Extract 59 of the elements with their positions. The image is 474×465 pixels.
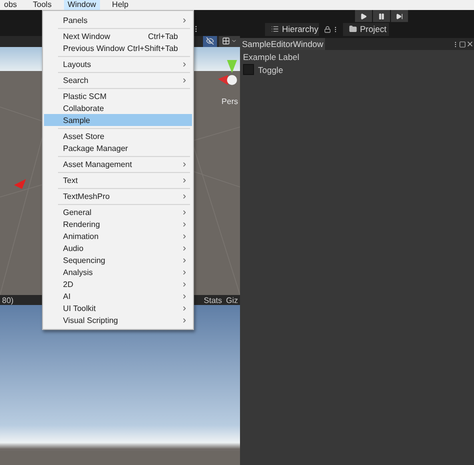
- menu-item[interactable]: Asset Store: [44, 130, 192, 142]
- lock-icon[interactable]: [324, 26, 330, 32]
- list-icon: [271, 25, 279, 33]
- menu-item[interactable]: Plastic SCM: [44, 90, 192, 102]
- menu-item[interactable]: Analysis: [44, 266, 192, 278]
- menu-item[interactable]: Audio: [44, 242, 192, 254]
- menu-item[interactable]: Text: [44, 174, 192, 186]
- menu-item[interactable]: Visual Scripting: [44, 314, 192, 326]
- example-label: Example Label: [243, 52, 300, 62]
- menu-bar-item[interactable]: Window: [64, 0, 100, 10]
- menu-item[interactable]: Sequencing: [44, 254, 192, 266]
- maximize-icon[interactable]: [459, 40, 466, 48]
- submenu-icon: [181, 160, 188, 168]
- pause-button[interactable]: [372, 10, 390, 22]
- caret-icon: [231, 38, 237, 44]
- menu-item[interactable]: Search: [44, 74, 192, 86]
- toggle-label: Toggle: [258, 64, 284, 74]
- submenu-icon: [181, 192, 188, 200]
- panel-tab[interactable]: Project: [343, 22, 389, 36]
- step-icon: [396, 12, 402, 20]
- submenu-icon: [181, 60, 188, 68]
- pause-icon: [378, 12, 384, 20]
- play-icon: [360, 12, 366, 20]
- menu-bar-item[interactable]: Help: [108, 0, 132, 10]
- menu-item[interactable]: Animation: [44, 230, 192, 242]
- play-button[interactable]: [354, 10, 372, 22]
- submenu-icon: [181, 76, 188, 84]
- menu-bar-item[interactable]: obs: [0, 0, 21, 10]
- visibility-button[interactable]: [203, 36, 217, 47]
- step-button[interactable]: [390, 10, 408, 22]
- submenu-icon: [181, 176, 188, 184]
- gizmos-button[interactable]: Giz: [226, 296, 238, 305]
- submenu-icon: [181, 16, 188, 24]
- camera-label[interactable]: Pers: [222, 97, 238, 106]
- more-icon[interactable]: [452, 40, 459, 48]
- menu-item[interactable]: Package Manager: [44, 142, 192, 154]
- stats-button[interactable]: Stats: [204, 296, 222, 305]
- grid-icon: [222, 37, 230, 46]
- menu-item[interactable]: Rendering: [44, 218, 192, 230]
- menu-item[interactable]: Next Window Ctrl+Tab: [44, 30, 192, 42]
- menu-item[interactable]: TextMeshPro: [44, 190, 192, 202]
- menu-item[interactable]: Sample: [44, 114, 192, 126]
- menu-bar-item[interactable]: Tools: [28, 0, 56, 10]
- menu-item[interactable]: Asset Management: [44, 158, 192, 170]
- toggle-checkbox[interactable]: [243, 64, 254, 75]
- menu-item[interactable]: AI: [44, 290, 192, 302]
- menu-item[interactable]: UI Toolkit: [44, 302, 192, 314]
- menu-item[interactable]: Previous Window Ctrl+Shift+Tab: [44, 42, 192, 54]
- menu-item[interactable]: Panels: [44, 14, 192, 26]
- window-tab[interactable]: SampleEditorWindow: [240, 38, 326, 50]
- layout-button[interactable]: [219, 36, 240, 47]
- close-icon[interactable]: [466, 40, 474, 48]
- resolution-dropdown[interactable]: 80): [2, 296, 14, 305]
- menu-item[interactable]: General: [44, 206, 192, 218]
- folder-icon: [349, 25, 357, 33]
- menu-item[interactable]: Collaborate: [44, 102, 192, 114]
- eye-off-icon: [206, 37, 214, 46]
- panel-tab[interactable]: Hierarchy: [265, 22, 319, 36]
- menu-item[interactable]: 2D: [44, 278, 192, 290]
